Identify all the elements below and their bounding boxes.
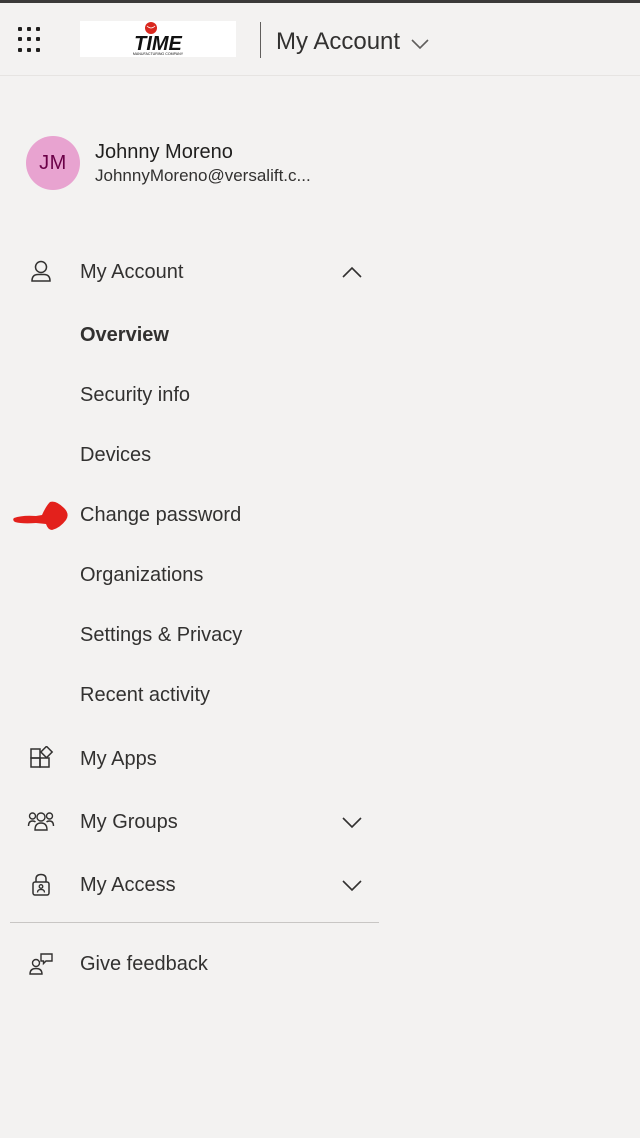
- nav-security-info[interactable]: Security info: [80, 375, 190, 415]
- user-profile: JM Johnny Moreno JohnnyMoreno@versalift.…: [26, 136, 311, 190]
- nav-overview[interactable]: Overview: [80, 315, 169, 355]
- app-launcher-icon[interactable]: [18, 27, 44, 53]
- nav-give-feedback[interactable]: Give feedback: [0, 940, 380, 988]
- nav-my-groups[interactable]: My Groups: [0, 798, 380, 846]
- nav-devices[interactable]: Devices: [80, 435, 151, 475]
- people-icon: [27, 808, 55, 836]
- header-bar: TIME MANUFACTURING COMPANY My Account: [0, 3, 640, 76]
- lock-person-icon: [27, 871, 55, 899]
- annotation-arrow-icon: [13, 501, 68, 530]
- nav-give-feedback-label: Give feedback: [80, 952, 208, 975]
- nav-my-access-label: My Access: [80, 873, 176, 896]
- nav-my-apps-label: My Apps: [80, 747, 157, 770]
- chevron-down-icon[interactable]: [340, 873, 364, 897]
- app-title: My Account: [276, 28, 401, 55]
- nav-recent-activity[interactable]: Recent activity: [80, 675, 210, 715]
- app-title-dropdown[interactable]: My Account: [276, 27, 430, 57]
- nav-organizations[interactable]: Organizations: [80, 555, 203, 595]
- person-icon: [27, 258, 55, 286]
- feedback-icon: [27, 950, 55, 978]
- time-logo-icon: TIME MANUFACTURING COMPANY: [133, 22, 184, 56]
- nav-settings-privacy[interactable]: Settings & Privacy: [80, 615, 242, 655]
- chevron-down-icon: [410, 29, 430, 57]
- nav-change-password[interactable]: Change password: [80, 495, 241, 535]
- avatar: JM: [26, 136, 80, 190]
- header-divider: [260, 22, 261, 58]
- user-name: Johnny Moreno: [95, 141, 233, 163]
- nav-my-account[interactable]: My Account: [0, 248, 380, 296]
- company-logo[interactable]: TIME MANUFACTURING COMPANY: [80, 21, 236, 57]
- chevron-down-icon[interactable]: [340, 810, 364, 834]
- chevron-up-icon[interactable]: [340, 260, 364, 284]
- nav-my-groups-label: My Groups: [80, 810, 178, 833]
- nav-my-account-label: My Account: [80, 260, 184, 283]
- nav-divider: [10, 922, 379, 923]
- logo-subtext: MANUFACTURING COMPANY: [133, 52, 184, 56]
- user-email: JohnnyMoreno@versalift.c...: [95, 166, 311, 185]
- apps-icon: [27, 745, 55, 773]
- nav-my-access[interactable]: My Access: [0, 861, 380, 909]
- nav-my-apps[interactable]: My Apps: [0, 735, 380, 783]
